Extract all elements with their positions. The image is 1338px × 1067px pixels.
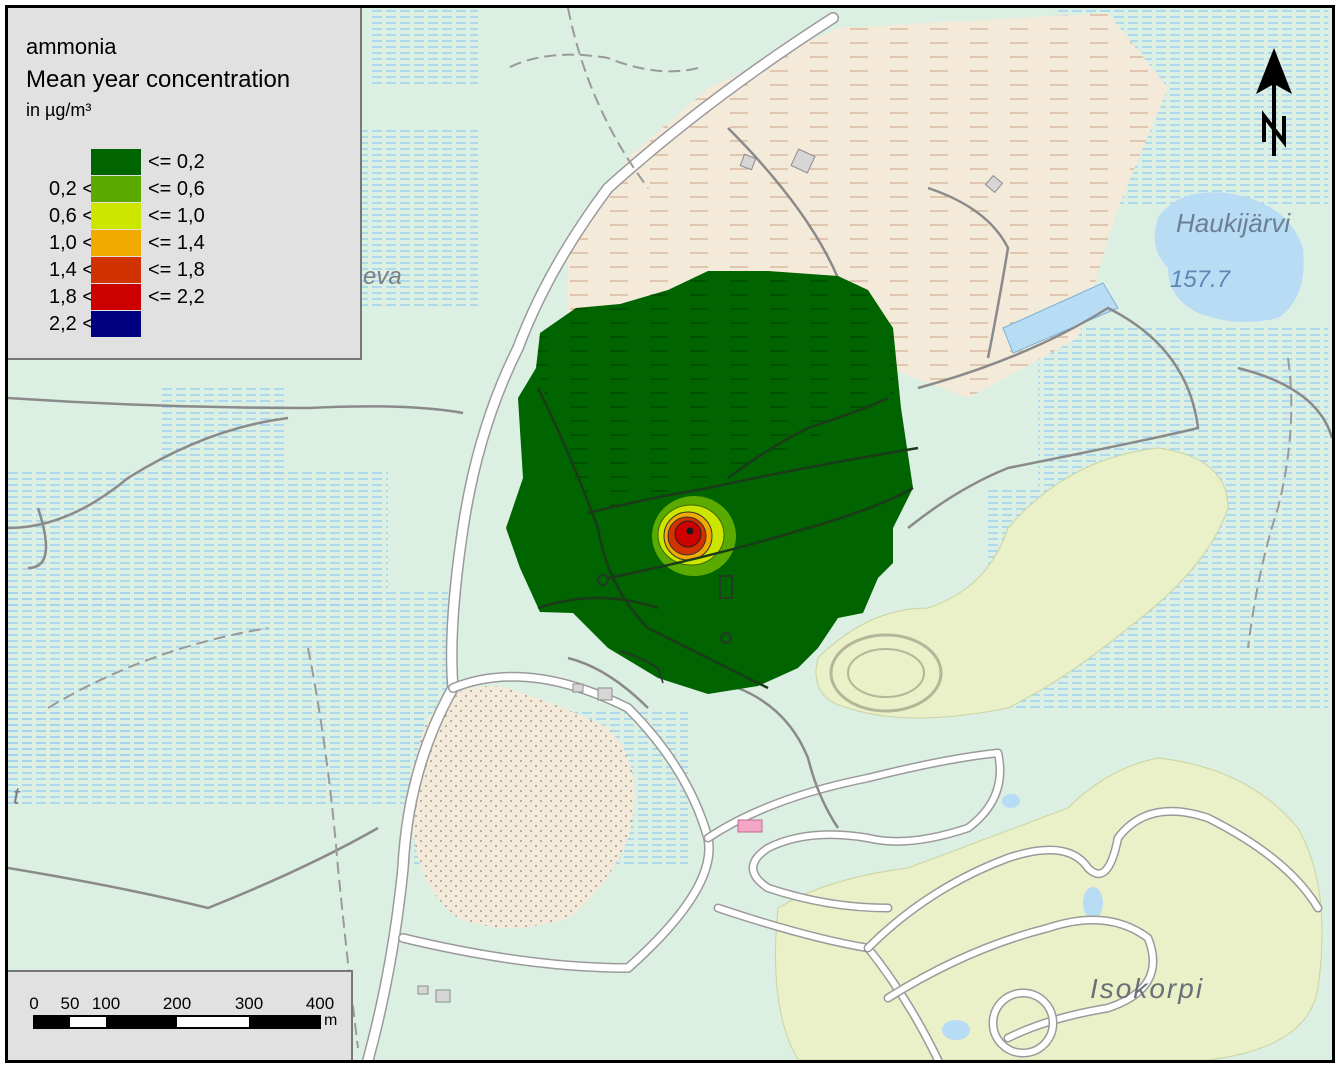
legend-class-upper: <= 0,2 [148, 151, 205, 173]
legend-class-row: <= 0,2 [8, 149, 360, 176]
scale-bar: 0 50 100 200 300 400 m [8, 970, 353, 1060]
legend-class-row: 2,2 < [8, 311, 360, 338]
legend-pollutant: ammonia [26, 34, 117, 59]
north-arrow-icon [1256, 48, 1292, 156]
legend-class-row: 1,4 < <= 1,8 [8, 257, 360, 284]
legend-class-lower: 1,0 < [48, 232, 94, 254]
lake-elevation-label: 157.7 [1170, 266, 1231, 293]
legend-class-upper: <= 1,8 [148, 259, 205, 281]
legend-panel: ammonia Mean year concentration in µg/m³… [8, 8, 362, 360]
legend-class-lower: 1,4 < [48, 259, 94, 281]
legend-class-swatch [91, 284, 141, 310]
legend-class-swatch [91, 203, 141, 229]
legend-class-lower: 0,6 < [48, 205, 94, 227]
legend-class-upper: <= 1,4 [148, 232, 205, 254]
legend-class-row: 1,0 < <= 1,4 [8, 230, 360, 257]
map-edge-label-fragment: t [13, 783, 20, 810]
map-label-fragment: eva [363, 263, 402, 290]
map-frame: Haukijärvi 157.7 Isokorpi eva t ammonia … [5, 5, 1335, 1063]
legend-title: Mean year concentration [26, 66, 291, 93]
place-name-label: Isokorpi [1090, 973, 1205, 1004]
legend-class-upper: <= 1,0 [148, 205, 205, 227]
legend-class-row: 0,2 < <= 0,6 [8, 176, 360, 203]
legend-unit: in µg/m³ [26, 100, 92, 120]
legend-class-swatch [91, 230, 141, 256]
legend-class-swatch [91, 311, 141, 337]
legend-class-swatch [91, 176, 141, 202]
scale-bar-graphic [33, 1015, 321, 1029]
legend-class-lower: 2,2 < [48, 313, 94, 335]
emission-source-marker [686, 527, 694, 535]
legend-class-row: 1,8 < <= 2,2 [8, 284, 360, 311]
legend-class-upper: <= 2,2 [148, 286, 205, 308]
legend-class-swatch [91, 149, 141, 175]
legend-class-row: 0,6 < <= 1,0 [8, 203, 360, 230]
legend-class-upper: <= 0,6 [148, 178, 205, 200]
lake-name-label: Haukijärvi [1176, 208, 1291, 238]
contour-1-8-2-2 [674, 520, 702, 548]
legend-class-swatch [91, 257, 141, 283]
legend-class-lower: 1,8 < [48, 286, 94, 308]
legend-class-lower: 0,2 < [48, 178, 94, 200]
